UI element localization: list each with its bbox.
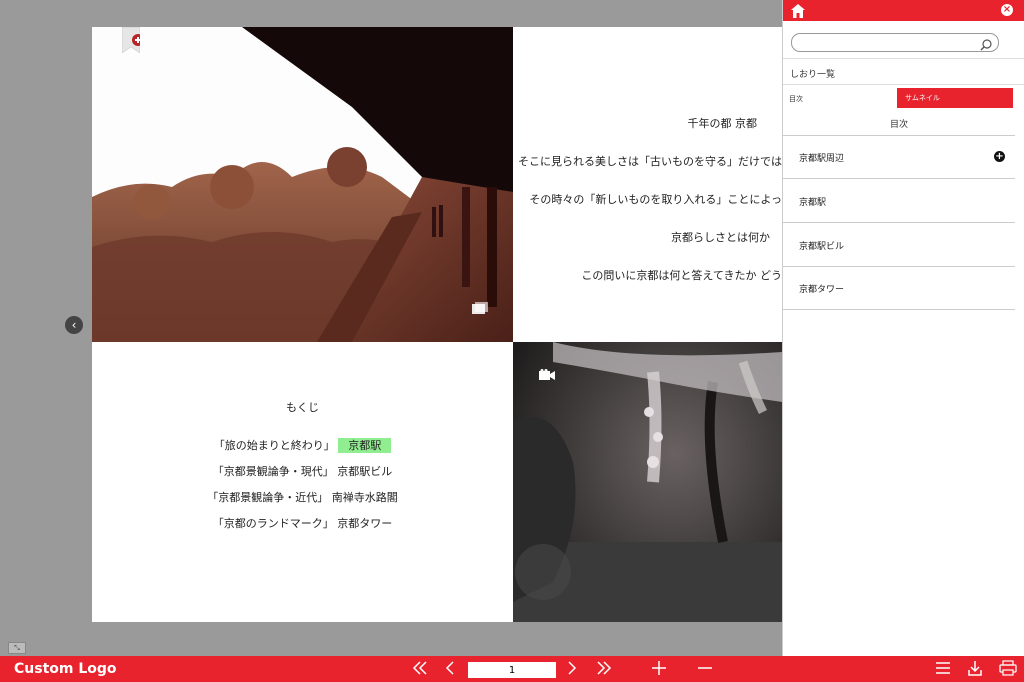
expand-icon[interactable]: ⤡ [8, 642, 26, 654]
toc-item-label: 京都駅周辺 [799, 154, 845, 164]
toc-item-label: 京都駅 [799, 198, 827, 208]
contents-chapter: 「京都景観論争・現代」 [212, 465, 334, 478]
toc-item-kyoto-tower[interactable]: 京都タワー [783, 267, 1015, 310]
zoom-out-icon[interactable] [697, 660, 713, 680]
toc-item-kyoto-station-building[interactable]: 京都駅ビル [783, 224, 1015, 267]
bookmarks-label[interactable]: しおり一覧 [790, 67, 835, 80]
search-field[interactable] [791, 33, 999, 52]
toc-item-kyoto-station-area[interactable]: 京都駅周辺 + [783, 136, 1015, 179]
brand-logo: Custom Logo [14, 661, 117, 677]
side-panel: × しおり一覧 目次 サムネイル 目次 京都駅周辺 + 京都駅 京都駅ビル 京都… [782, 0, 1024, 656]
first-page-icon[interactable] [412, 660, 428, 680]
expand-plus-icon[interactable]: + [994, 151, 1005, 162]
add-bookmark-button[interactable] [122, 27, 140, 53]
bottom-toolbar: Custom Logo [0, 656, 1024, 682]
contents-row: 「京都景観論争・現代」 京都駅ビル [92, 463, 513, 479]
search-input[interactable] [800, 35, 970, 49]
contents-link-kyoto-station[interactable]: 京都駅 [338, 438, 392, 453]
gallery-icon[interactable] [472, 302, 488, 314]
page-number-input[interactable] [468, 662, 556, 678]
contents-link[interactable]: 京都タワー [337, 517, 392, 530]
print-icon[interactable] [999, 660, 1017, 680]
intro-line-1: そこに見られる美しさは「古いものを守る」だけでは [518, 155, 782, 168]
video-camera-icon[interactable] [539, 369, 555, 381]
divider [783, 84, 1024, 85]
tab-toc[interactable]: 目次 [789, 94, 803, 104]
intro-line-3: 京都らしさとは何か [671, 231, 770, 244]
intro-text-block: 千年の都 京都 そこに見られる美しさは「古いものを守る」だけでは その時々の「新… [513, 27, 782, 342]
close-icon[interactable]: × [1001, 4, 1013, 16]
temple-veranda-photo [92, 27, 513, 342]
home-icon[interactable] [791, 3, 805, 22]
search-icon[interactable] [980, 36, 992, 55]
contents-row: 「旅の始まりと終わり」 京都駅 [92, 437, 513, 453]
toc-item-kyoto-station[interactable]: 京都駅 [783, 180, 1015, 223]
menu-icon[interactable] [935, 660, 951, 680]
prev-spread-button[interactable]: ‹ [65, 316, 83, 334]
intro-title: 千年の都 京都 [687, 117, 758, 130]
contents-link[interactable]: 南禅寺水路閣 [332, 491, 398, 504]
contents-row: 「京都景観論争・近代」 南禅寺水路閣 [92, 489, 513, 505]
contents-row: 「京都のランドマーク」 京都タワー [92, 515, 513, 531]
contents-title: もくじ [286, 401, 319, 414]
contents-block: もくじ 「旅の始まりと終わり」 京都駅 「京都景観論争・現代」 京都駅ビル 「京… [92, 342, 513, 622]
toc-item-label: 京都駅ビル [799, 242, 845, 252]
book-viewer: 千年の都 京都 そこに見られる美しさは「古いものを守る」だけでは その時々の「新… [0, 0, 782, 656]
contents-link[interactable]: 京都駅ビル [337, 465, 392, 478]
toc-heading: 目次 [889, 120, 908, 130]
zoom-in-icon[interactable] [651, 660, 667, 680]
contents-chapter: 「京都景観論争・近代」 [207, 491, 329, 504]
book-spread: 千年の都 京都 そこに見られる美しさは「古いものを守る」だけでは その時々の「新… [92, 27, 782, 622]
cherry-blossom-photo [513, 342, 782, 622]
contents-chapter: 「旅の始まりと終わり」 [213, 439, 335, 452]
contents-chapter: 「京都のランドマーク」 [212, 517, 334, 530]
last-page-icon[interactable] [596, 660, 612, 680]
download-icon[interactable] [967, 660, 983, 680]
prev-page-icon[interactable] [444, 660, 456, 680]
toc-item-label: 京都タワー [799, 285, 845, 295]
intro-line-2: その時々の「新しいものを取り入れる」ことによっ [529, 193, 782, 206]
next-page-icon[interactable] [566, 660, 578, 680]
intro-line-4: この問いに京都は何と答えてきたか どう [581, 269, 782, 282]
tab-thumbnails[interactable]: サムネイル [897, 88, 1013, 108]
divider [783, 58, 1024, 59]
panel-header: × [783, 0, 1024, 21]
